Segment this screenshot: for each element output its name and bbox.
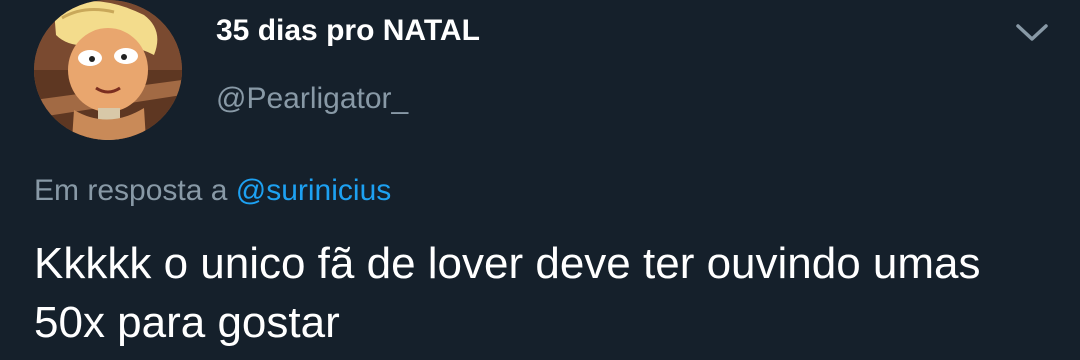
author-display-name[interactable]: 35 dias pro NATAL [216, 14, 480, 48]
reply-mention-link[interactable]: @surinicius [236, 174, 392, 207]
cartoon-character-avatar-icon [34, 0, 182, 140]
tweet[interactable]: 35 dias pro NATAL @Pearligator_ Em respo… [0, 0, 1080, 360]
tweet-text: Kkkkk o unico fã de lover deve ter ouvin… [34, 239, 981, 347]
author-handle[interactable]: @Pearligator_ [216, 82, 408, 116]
chevron-down-icon[interactable] [1014, 18, 1050, 46]
avatar[interactable] [34, 0, 182, 140]
reply-context: Em resposta a @surinicius [34, 174, 391, 208]
reply-context-prefix: Em resposta a [34, 174, 228, 207]
